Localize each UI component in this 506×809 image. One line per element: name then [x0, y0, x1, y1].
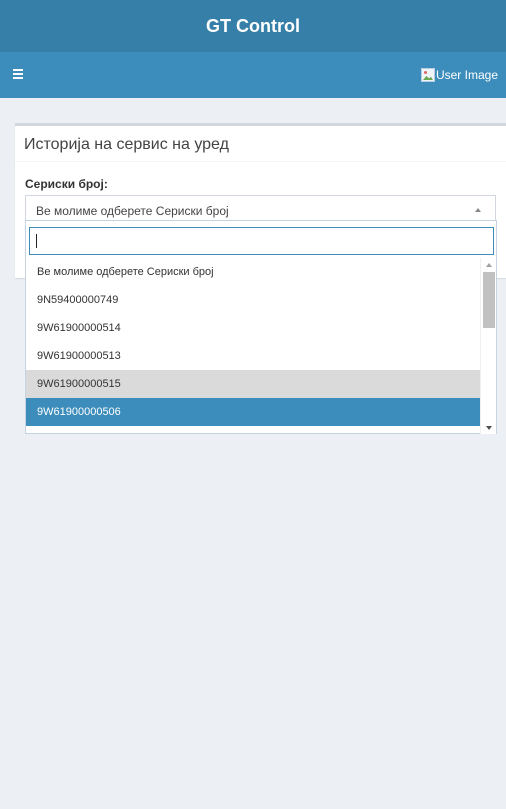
user-image-alt-text: User Image — [435, 68, 498, 82]
dropdown-option[interactable]: 9W61900000506 — [26, 398, 481, 426]
dropdown-option[interactable]: Ве молиме одберете Сериски број — [26, 258, 481, 286]
scroll-down-arrow-icon[interactable] — [486, 426, 492, 430]
dropdown-search-field[interactable] — [29, 227, 494, 255]
dropdown-option[interactable]: 9W61900000515 — [26, 370, 481, 398]
select-current-value: Ве молиме одберете Сериски број — [36, 204, 229, 218]
dropdown-scrollbar[interactable] — [480, 258, 496, 434]
app-logo-bar[interactable]: GT Control — [0, 0, 506, 52]
scroll-up-arrow-icon[interactable] — [486, 263, 492, 267]
hamburger-menu-icon[interactable] — [13, 69, 23, 79]
dropdown-option[interactable]: 9W61900000514 — [26, 314, 481, 342]
text-cursor — [36, 234, 37, 248]
serial-number-dropdown: Ве молиме одберете Сериски број 9N5940000… — [25, 220, 497, 434]
box-title: Историја на сервис на уред — [15, 126, 506, 162]
top-navbar: User Image — [0, 52, 506, 98]
dropdown-options-list: Ве молиме одберете Сериски број 9N5940000… — [26, 258, 481, 426]
dropdown-option[interactable]: 9N59400000749 — [26, 286, 481, 314]
dropdown-search-input[interactable] — [30, 228, 493, 254]
scrollbar-thumb[interactable] — [483, 272, 495, 328]
app-title: GT Control — [206, 15, 300, 36]
chevron-up-icon — [475, 208, 481, 212]
broken-image-icon — [420, 68, 435, 82]
user-menu[interactable]: User Image — [420, 67, 498, 83]
dropdown-option[interactable]: 9W61900000513 — [26, 342, 481, 370]
serial-number-select[interactable]: Ве молиме одберете Сериски број — [25, 195, 496, 223]
serial-number-label: Сериски број: — [25, 177, 108, 191]
